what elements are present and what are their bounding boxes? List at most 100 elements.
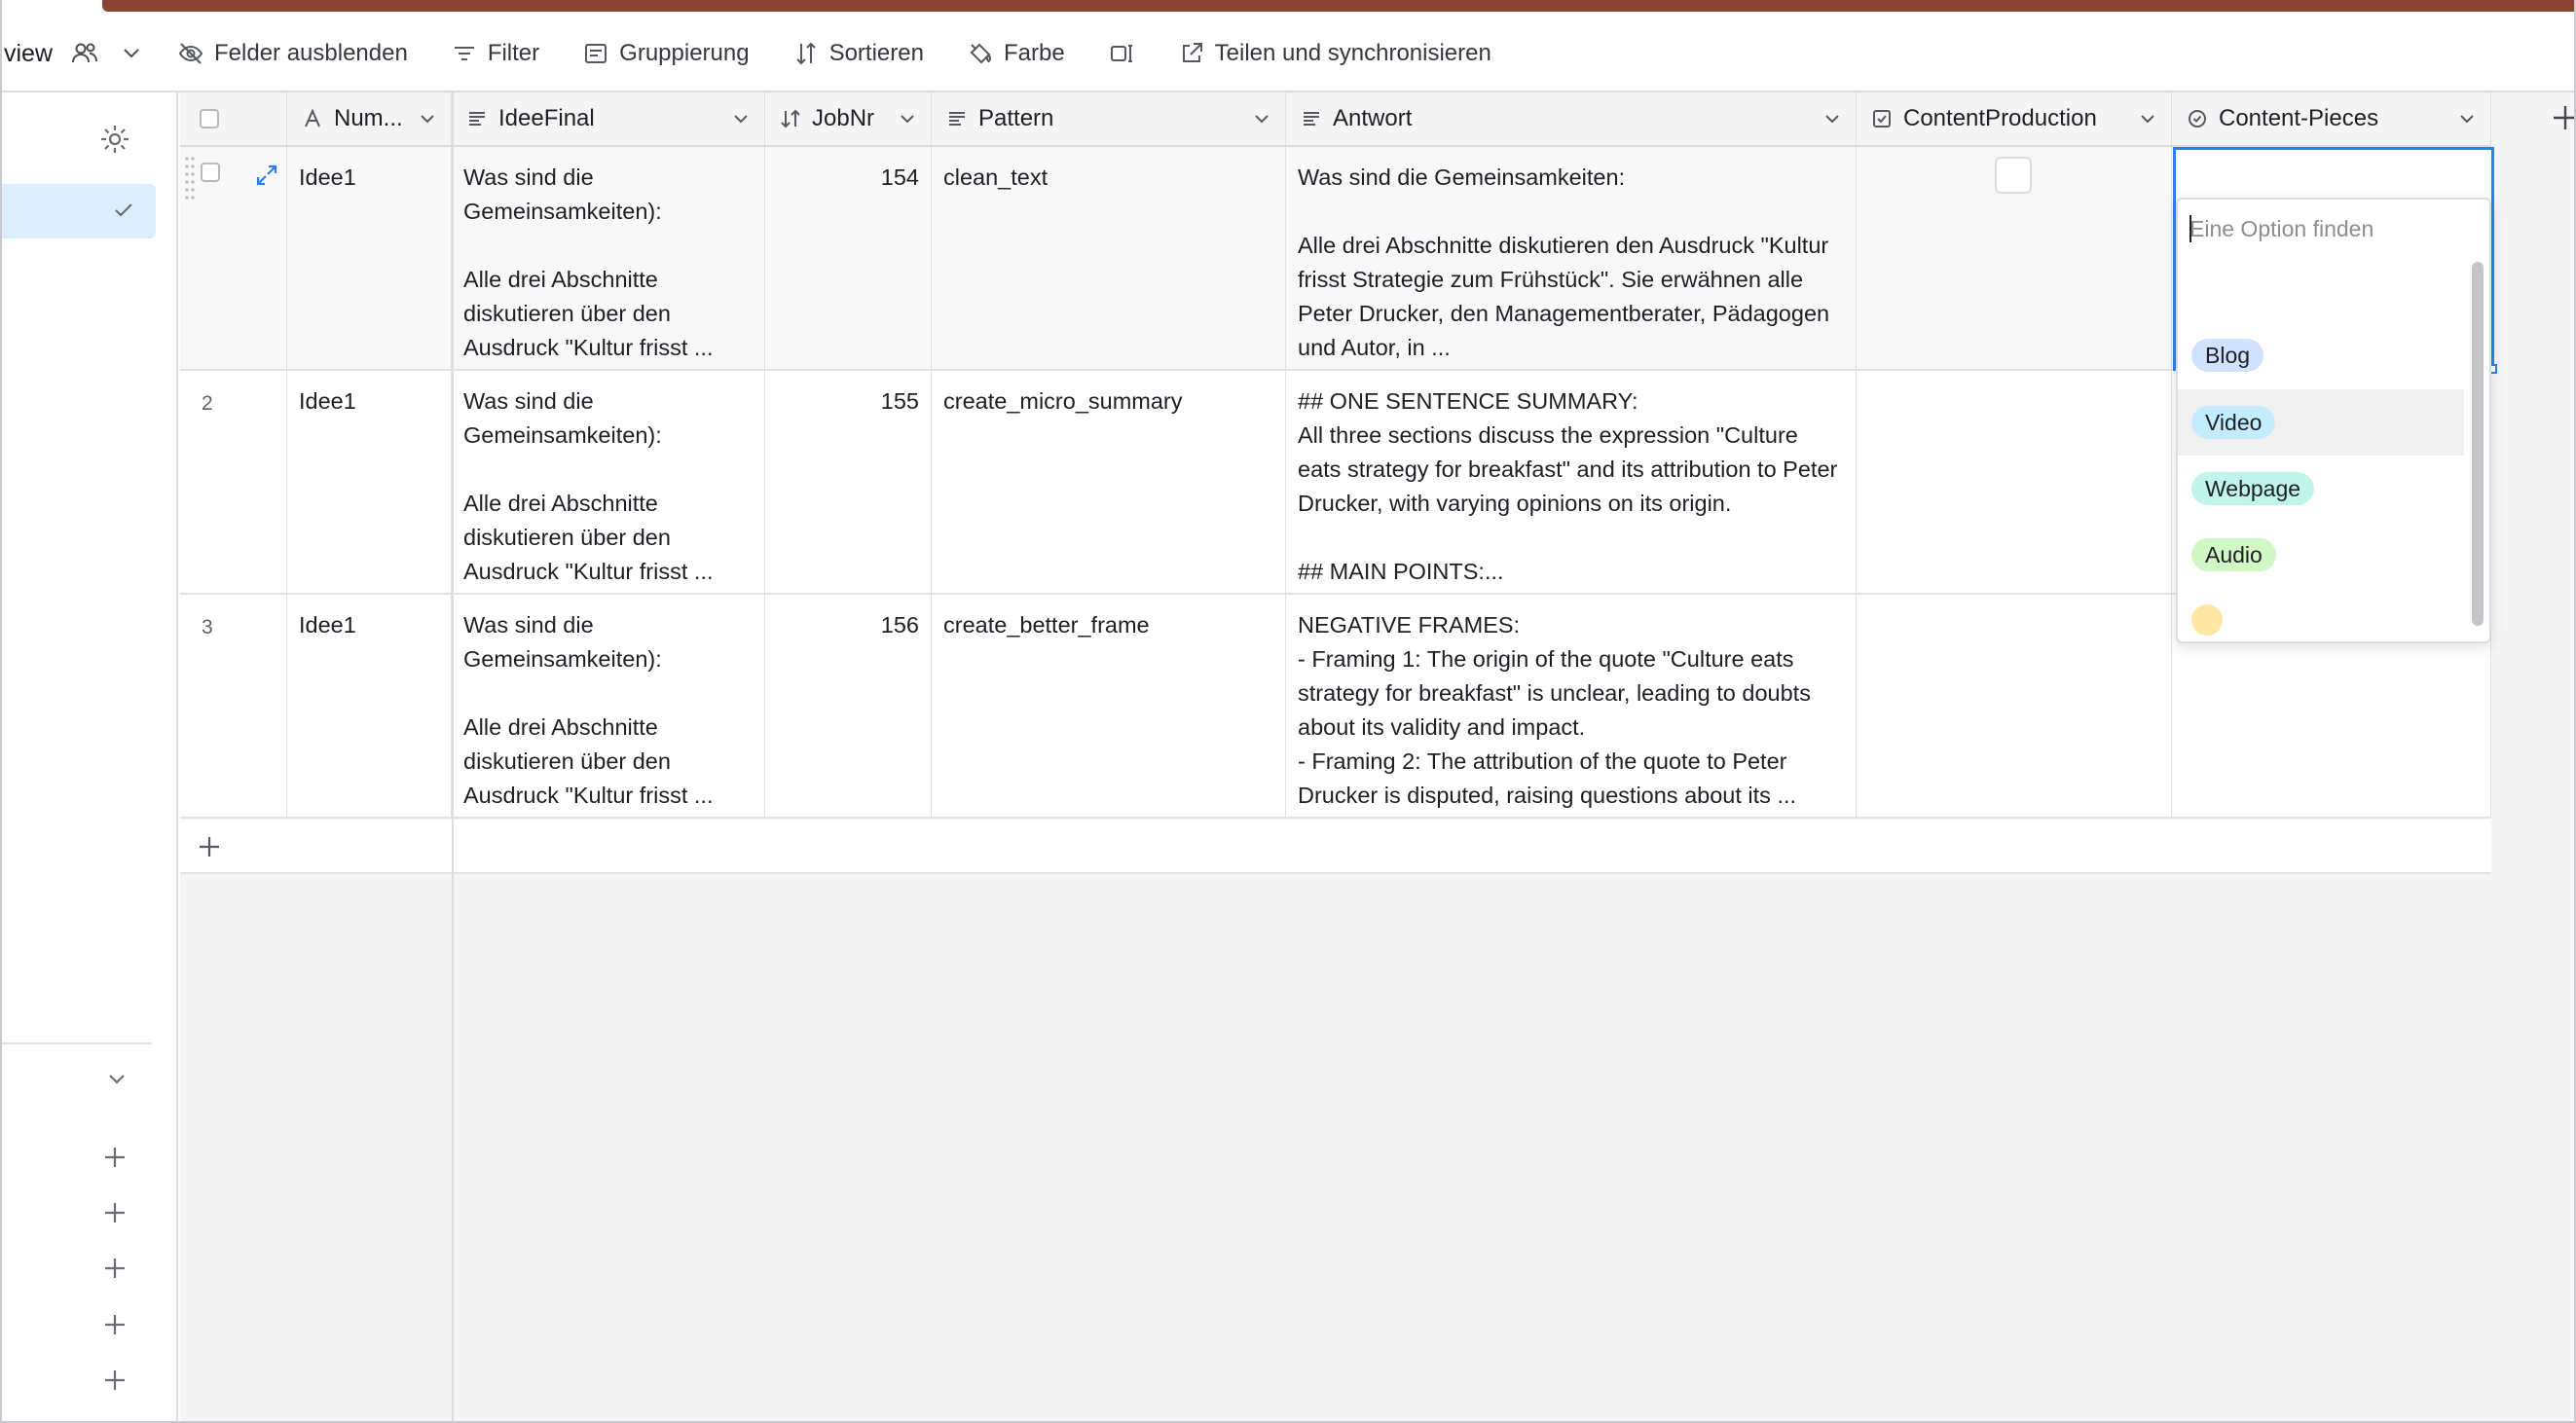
filter-button[interactable]: Filter: [429, 21, 561, 86]
group-label: Gruppierung: [619, 40, 750, 66]
expand-record-icon[interactable]: [254, 163, 279, 188]
table-row[interactable]: 3 Idee1 Was sind die Gemeinsamkeiten): A…: [180, 595, 2491, 819]
row-number: 2: [180, 371, 287, 593]
hide-fields-label: Felder ausblenden: [214, 40, 408, 66]
row-checkbox[interactable]: [201, 163, 220, 182]
select-all-cell[interactable]: [180, 92, 287, 145]
sort-button[interactable]: Sortieren: [771, 21, 945, 86]
frozen-column-divider: [452, 92, 454, 1423]
plus-icon[interactable]: [101, 1311, 129, 1338]
name-cell[interactable]: Idee1: [287, 595, 452, 817]
jobnr-cell[interactable]: 154: [765, 147, 932, 369]
contentproduction-cell[interactable]: [1857, 371, 2172, 593]
option-video[interactable]: Video: [2178, 389, 2464, 456]
column-header-label: JobNr: [812, 105, 875, 131]
pattern-cell[interactable]: create_better_frame: [932, 595, 1286, 817]
long-text-icon: [469, 112, 485, 126]
ideefinal-cell[interactable]: Was sind die Gemeinsamkeiten): Alle drei…: [452, 147, 765, 369]
option-audio[interactable]: Audio: [2178, 522, 2464, 588]
jobnr-cell[interactable]: 155: [765, 371, 932, 593]
sort-icon: [795, 42, 816, 65]
gear-icon[interactable]: [97, 122, 132, 157]
jobnr-cell[interactable]: 156: [765, 595, 932, 817]
option-chip: Webpage: [2191, 472, 2315, 505]
view-toolbar: Felder ausblenden Filter Gruppierung Sor…: [156, 21, 2576, 86]
option-chip: Video: [2191, 406, 2276, 439]
share-sync-label: Teilen und synchronisieren: [1214, 40, 1491, 66]
contentproduction-cell[interactable]: [1857, 595, 2172, 817]
share-sync-button[interactable]: Teilen und synchronisieren: [1157, 21, 1513, 86]
column-header-label: ContentProduction: [1903, 105, 2097, 131]
collaborators-icon: [72, 43, 98, 63]
color-button[interactable]: Farbe: [945, 21, 1086, 86]
single-select-icon: [2189, 110, 2206, 128]
pattern-cell[interactable]: create_micro_summary: [932, 371, 1286, 593]
option-webpage[interactable]: Webpage: [2178, 456, 2464, 522]
group-button[interactable]: Gruppierung: [561, 21, 770, 86]
option-chip: Blog: [2191, 339, 2264, 372]
chevron-down-icon[interactable]: [1250, 107, 1273, 130]
option-partial[interactable]: [2178, 587, 2464, 641]
view-switcher[interactable]: view: [4, 21, 146, 86]
view-sidebar: [0, 92, 178, 1423]
table-row[interactable]: 2 Idee1 Was sind die Gemeinsamkeiten): A…: [180, 371, 2491, 595]
column-header-label: Antwort: [1333, 105, 1413, 131]
chevron-down-icon[interactable]: [729, 107, 753, 130]
app-accent-bar: [102, 0, 2576, 12]
contentproduction-cell[interactable]: [1857, 147, 2172, 369]
plus-icon[interactable]: [101, 1199, 129, 1226]
sidebar-divider: [0, 1042, 152, 1044]
column-header-num[interactable]: Num...: [287, 92, 452, 145]
column-header-label: IdeeFinal: [498, 105, 595, 131]
hide-fields-button[interactable]: Felder ausblenden: [156, 21, 429, 86]
row-height-icon: [1110, 45, 1132, 62]
column-header-antwort[interactable]: Antwort: [1286, 92, 1857, 145]
chevron-down-icon[interactable]: [2136, 107, 2159, 130]
chevron-down-icon[interactable]: [416, 107, 439, 130]
pattern-cell[interactable]: clean_text: [932, 147, 1286, 369]
chevron-down-icon[interactable]: [103, 1066, 130, 1093]
drag-handle-icon[interactable]: [184, 155, 196, 205]
ideefinal-cell[interactable]: Was sind die Gemeinsamkeiten): Alle drei…: [452, 595, 765, 817]
chevron-down-icon[interactable]: [117, 39, 146, 68]
filter-label: Filter: [487, 40, 540, 66]
column-header-pattern[interactable]: Pattern: [932, 92, 1286, 145]
column-header-label: Content-Pieces: [2219, 105, 2379, 131]
plus-icon[interactable]: [101, 1255, 129, 1282]
long-text-icon: [949, 112, 965, 126]
contentproduction-checkbox[interactable]: [1995, 157, 2032, 194]
name-cell[interactable]: Idee1: [287, 371, 452, 593]
option-search-input[interactable]: [2178, 200, 2489, 258]
table-row[interactable]: Idee1 Was sind die Gemeinsamkeiten): All…: [180, 147, 2491, 371]
chevron-down-icon[interactable]: [2455, 107, 2479, 130]
add-field-icon[interactable]: [2551, 103, 2576, 132]
option-chip: Audio: [2191, 538, 2276, 571]
chevron-down-icon[interactable]: [896, 107, 919, 130]
option-color-dot: [2191, 604, 2223, 636]
antwort-cell[interactable]: ## ONE SENTENCE SUMMARY: All three secti…: [1286, 371, 1857, 593]
column-header-content-pieces[interactable]: Content-Pieces: [2172, 92, 2491, 145]
plus-icon[interactable]: [196, 833, 223, 860]
sort-label: Sortieren: [828, 40, 924, 66]
column-header-contentproduction[interactable]: ContentProduction: [1857, 92, 2172, 145]
row-number: 3: [180, 595, 287, 817]
ideefinal-cell[interactable]: Was sind die Gemeinsamkeiten): Alle drei…: [452, 371, 765, 593]
column-header-ideefinal[interactable]: IdeeFinal: [452, 92, 765, 145]
dropdown-scrollbar[interactable]: [2472, 262, 2484, 626]
name-cell[interactable]: Idee1: [287, 147, 452, 369]
chevron-down-icon[interactable]: [1821, 107, 1844, 130]
column-header-label: Pattern: [978, 105, 1054, 131]
column-header-jobnr[interactable]: JobNr: [765, 92, 932, 145]
group-icon: [585, 44, 607, 63]
plus-icon[interactable]: [101, 1144, 129, 1171]
antwort-cell[interactable]: NEGATIVE FRAMES: - Framing 1: The origin…: [1286, 595, 1857, 817]
primary-field-icon: [305, 108, 320, 128]
row-height-button[interactable]: [1086, 21, 1157, 86]
window-border: [0, 0, 2, 1423]
row-number-cell: [180, 147, 287, 369]
plus-icon[interactable]: [101, 1367, 129, 1394]
antwort-cell[interactable]: Was sind die Gemeinsamkeiten: Alle drei …: [1286, 147, 1857, 369]
add-record-row[interactable]: [180, 820, 2491, 874]
select-all-checkbox[interactable]: [200, 109, 219, 128]
option-blog[interactable]: Blog: [2178, 322, 2464, 388]
